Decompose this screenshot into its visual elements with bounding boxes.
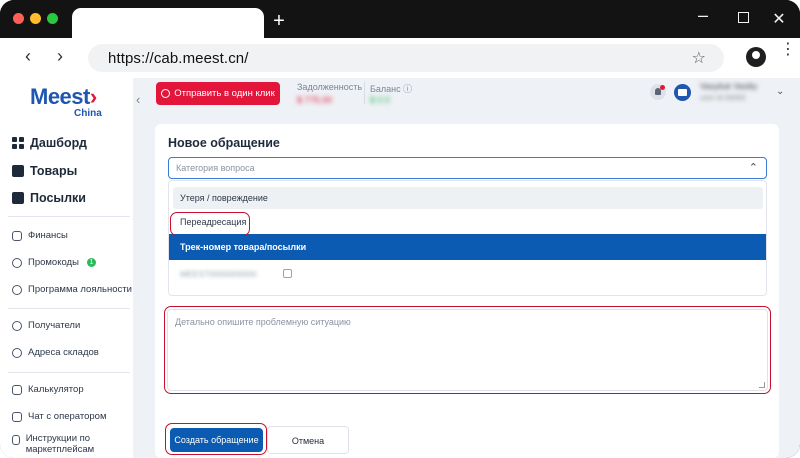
category-select[interactable]: Категория вопроса ⌃ [168,157,767,179]
profile-icon[interactable] [746,47,766,67]
highlight-redirect-option [170,212,250,236]
sidebar-item-recipients[interactable]: Получатели [12,320,80,331]
send-button-label: Отправить в один клик [174,88,275,99]
bookmark-star-icon[interactable]: ☆ [692,48,706,68]
sidebar-item-finance[interactable]: Финансы [12,230,68,241]
browser-titlebar: + – ✕ [0,0,800,38]
logo-sub-text: China [74,108,102,119]
calculator-icon [12,384,22,395]
collapse-sidebar-icon[interactable]: ‹ [136,92,140,107]
category-placeholder: Категория вопроса [176,163,255,173]
percent-icon [12,257,22,268]
sidebar-item-parcels[interactable]: Посылки [12,191,86,205]
sidebar-item-calculator[interactable]: Калькулятор [12,384,84,395]
option-tracking-number[interactable]: Трек-номер товара/посылки [169,234,766,260]
logo-arrow-icon: › [89,84,97,109]
cancel-button[interactable]: Отмена [267,426,349,454]
send-icon [161,89,171,98]
close-window-dot[interactable] [13,13,24,24]
info-icon[interactable]: ⓘ [403,84,412,94]
logo-text: Meest [30,84,90,109]
sidebar-item-goods[interactable]: Товары [12,164,77,178]
sidebar-item-loyalty[interactable]: Программа лояльности [12,284,132,295]
sidebar-item-label: Программа лояльности [28,284,132,295]
instructions-icon [12,435,20,445]
maximize-window-dot[interactable] [47,13,58,24]
sidebar-item-instructions[interactable]: Инструкции по маркетплейсам [12,433,122,455]
meest-logo[interactable]: Meest› China [30,84,102,119]
sidebar-item-label: Инструкции по маркетплейсам [25,433,95,455]
user-name: Vasyliuk Vasiliy [700,81,758,91]
copy-icon[interactable] [283,269,292,278]
loyalty-icon [12,284,22,295]
minimize-icon[interactable]: – [694,5,712,26]
sidebar-item-promocodes[interactable]: Промокоды 1 [12,257,96,268]
back-arrow-icon[interactable]: ‹ [18,46,38,66]
chevron-up-icon: ⌃ [748,162,758,174]
balance-label-text: Баланс [370,84,401,94]
sidebar-item-label: Адреса складов [28,347,99,358]
category-dropdown: Утеря / повреждение Переадресация Трек-н… [168,180,767,296]
box-icon [12,165,24,177]
balance-value: $ 0.0 [370,95,391,105]
app-header: Отправить в один клик Задолженность $ 77… [148,78,800,118]
promo-count-badge: 1 [86,258,96,267]
dashboard-icon [12,137,24,149]
sidebar-item-label: Товары [30,164,78,178]
minimize-window-dot[interactable] [30,13,41,24]
recipients-icon [12,320,22,331]
header-separator [364,82,365,104]
page-title: Новое обращение [168,136,280,150]
sidebar-item-label: Калькулятор [28,384,84,395]
avatar[interactable] [674,84,691,101]
send-one-click-button[interactable]: Отправить в один клик [156,82,280,105]
sidebar-item-dashboard[interactable]: Дашборд [12,136,87,150]
debt-label: Задолженность [297,82,363,92]
browser-tab[interactable] [72,8,264,38]
sidebar-divider [8,372,130,373]
sidebar-item-label: Дашборд [30,136,87,150]
location-icon [12,347,22,358]
parcel-icon [12,192,24,204]
sidebar-item-label: Посылки [30,191,86,205]
forward-arrow-icon[interactable]: › [50,46,70,66]
option-redirect[interactable]: Переадресация [173,211,763,233]
sidebar-item-label: Промокоды [28,257,79,268]
highlight-description [164,306,771,394]
sidebar-divider [8,308,130,309]
wallet-icon [12,230,22,241]
sidebar-item-label: Финансы [28,230,68,241]
chat-icon [12,411,22,422]
chevron-down-icon[interactable]: ⌄ [776,86,784,97]
close-icon[interactable]: ✕ [770,9,788,29]
address-bar[interactable]: https://cab.meest.cn/ ☆ [88,44,724,72]
sidebar-divider [8,216,130,217]
maximize-icon[interactable] [734,9,752,27]
sidebar-item-chat[interactable]: Чат с оператором [12,411,106,422]
sidebar-item-label: Чат с оператором [28,411,107,422]
more-menu-icon[interactable]: ⋮ [780,42,796,58]
highlight-submit [165,423,267,455]
user-id: user id 00000 [700,93,746,102]
sidebar-item-warehouses[interactable]: Адреса складов [12,347,99,358]
new-tab-icon[interactable]: + [270,11,288,31]
app-area: Meest› China Дашборд Товары Посылки Фина… [0,78,800,458]
hidden-tracking-value: MEEST0000000000 [180,269,257,279]
balance-label: Баланс ⓘ [370,82,412,95]
sidebar-item-label: Получатели [28,320,81,331]
sidebar: Meest› China Дашборд Товары Посылки Фина… [0,78,133,458]
browser-window: + – ✕ ‹ › https://cab.meest.cn/ ☆ ⋮ Mees… [0,0,800,458]
new-request-panel: Новое обращение Категория вопроса ⌃ Утер… [155,124,779,458]
browser-toolbar: ‹ › https://cab.meest.cn/ ☆ ⋮ [0,38,800,78]
debt-value: $ 775.00 [297,95,333,105]
notification-bell-icon[interactable] [650,84,666,100]
option-loss-damage[interactable]: Утеря / повреждение [173,187,763,209]
notification-dot [660,85,665,90]
url-text: https://cab.meest.cn/ [108,50,249,67]
